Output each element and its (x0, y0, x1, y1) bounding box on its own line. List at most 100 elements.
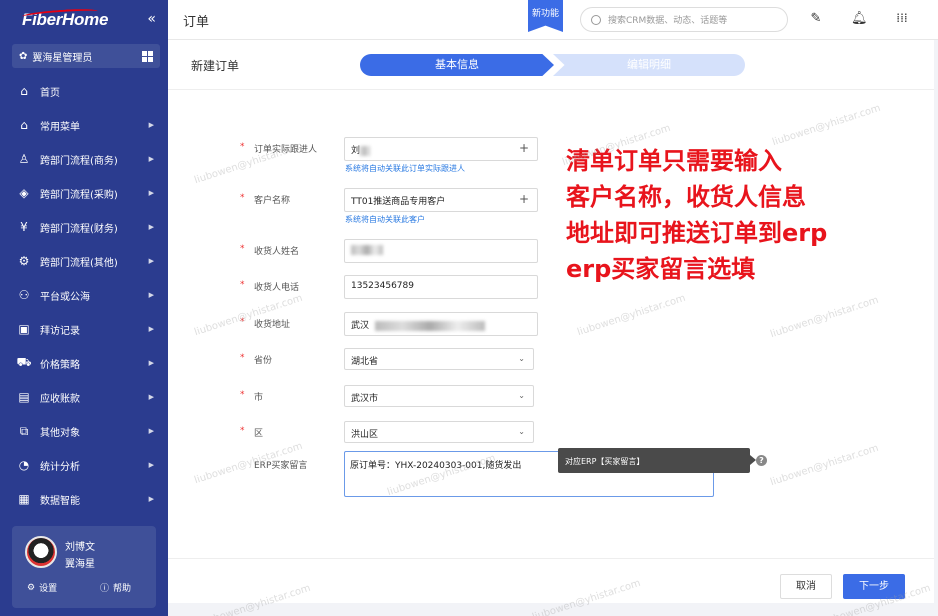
sidebar-item-label: 平台或公海 (40, 291, 90, 303)
required-mark: * (240, 142, 245, 152)
sidebar-item[interactable]: ▦ 数据智能 ▶ (0, 482, 168, 516)
select-field[interactable]: 武汉市 ⌄ (344, 385, 534, 407)
chevron-right-icon: ▶ (148, 257, 154, 265)
search-icon (591, 14, 601, 25)
field-label-text: 收货地址 (254, 320, 291, 330)
annotation-line: 清单订单只需要输入 (566, 147, 782, 175)
step-basic-info[interactable]: 基本信息 (360, 54, 554, 76)
plus-icon[interactable]: + (519, 141, 529, 155)
sidebar-item[interactable]: ⛟ 价格策略 ▶ (0, 346, 168, 380)
cart-icon: ⛟ (16, 355, 32, 369)
sidebar-item[interactable]: ⌂ 常用菜单 ▶ (0, 108, 168, 142)
sidebar-item-label: 跨部门流程(采购) (40, 189, 118, 201)
cancel-button[interactable]: 取消 (780, 574, 832, 599)
user-name: 刘博文 (65, 542, 95, 553)
sidebar-item[interactable]: ▤ 应收账款 ▶ (0, 380, 168, 414)
topbar: 订单 新功能 搜索CRM数据、动态、话题等 ✎ 🔔︎ ⁞⁞⁞ (168, 0, 938, 40)
sidebar-item-label: 跨部门流程(商务) (40, 155, 118, 167)
sidebar-item[interactable]: ♙ 跨部门流程(商务) ▶ (0, 142, 168, 176)
chevron-right-icon: ▶ (148, 223, 154, 231)
sidebar-item[interactable]: ⚙ 跨部门流程(其他) ▶ (0, 244, 168, 278)
bell-icon[interactable]: 🔔︎ (851, 11, 868, 27)
sub-header: 新建订单 基本信息 编辑明细 (168, 40, 934, 90)
message-label: ERP买家留言 (254, 461, 308, 471)
field-label-text: 收货人电话 (254, 283, 300, 293)
chevron-right-icon: ▶ (148, 495, 154, 503)
new-feature-badge[interactable]: 新功能 (528, 0, 563, 32)
field-label: * 客户名称 (240, 193, 291, 206)
select-field[interactable]: 湖北省 ⌄ (344, 348, 534, 370)
sidebar-item-label: 拜访记录 (40, 325, 80, 337)
menu-home-icon: ⌂ (20, 118, 28, 132)
sidebar-menu: ⌂ 首页 ⌂ 常用菜单 ▶ ♙ 跨部门流程(商务) ▶ ◈ 跨部门流程(采购) ▶ ¥ 跨部门流程(财务… (0, 74, 168, 516)
collapse-sidebar-icon[interactable]: « (147, 11, 156, 27)
sidebar-item-label: 应收账款 (40, 393, 80, 405)
sidebar-item[interactable]: ⚇ 平台或公海 ▶ (0, 278, 168, 312)
text-field[interactable]: 武汉 (344, 312, 538, 336)
person-icon: ♙ (18, 152, 30, 166)
sidebar-item[interactable]: ¥ 跨部门流程(财务) ▶ (0, 210, 168, 244)
field-value: 武汉 (351, 321, 370, 331)
avatar[interactable] (25, 536, 57, 568)
chevron-right-icon: ▶ (148, 291, 154, 299)
chevron-right-icon: ▶ (148, 427, 154, 435)
object-icon: ⧉ (19, 423, 29, 438)
field-label: * 收货地址 (240, 317, 291, 330)
grid-icon[interactable] (142, 50, 153, 62)
role-switcher[interactable]: ✿ 翼海星管理员 (12, 44, 160, 68)
field-label-text: 客户名称 (254, 196, 291, 206)
sidebar-item[interactable]: ▣ 拜访记录 ▶ (0, 312, 168, 346)
field-label-text: 订单实际跟进人 (254, 145, 318, 155)
plus-icon[interactable]: + (519, 192, 529, 206)
apps-grid-icon[interactable]: ⁞⁞⁞ (894, 11, 910, 27)
field-label: * 市 (240, 390, 263, 403)
sidebar-item[interactable]: ◔ 统计分析 ▶ (0, 448, 168, 482)
text-field[interactable]: 刘 + (344, 137, 538, 161)
sidebar-item-label: 常用菜单 (40, 121, 80, 133)
main-content: 新建订单 基本信息 编辑明细 * 订单实际跟进人刘 + 系统将自动关联此订单实际跟进人… (168, 40, 934, 603)
required-mark: * (240, 193, 245, 203)
sidebar-item-label: 跨部门流程(其他) (40, 257, 118, 269)
text-field[interactable]: 13523456789 (344, 275, 538, 299)
field-value: 湖北省 (351, 357, 379, 367)
home-icon: ⌂ (20, 84, 28, 98)
settings-button[interactable]: ⚙ 设置 (27, 581, 57, 595)
role-label: 翼海星管理员 (32, 52, 93, 64)
field-label-text: 收货人姓名 (254, 247, 300, 257)
calendar-icon: ▣ (18, 322, 30, 336)
currency-icon: ¥ (20, 220, 28, 234)
annotation-line: erp买家留言选填 (566, 255, 756, 283)
pie-chart-icon: ◔ (18, 458, 30, 472)
help-label: 帮助 (113, 584, 132, 594)
step-edit-details[interactable]: 编辑明细 (553, 54, 745, 76)
bottom-strip (168, 603, 938, 616)
required-mark: * (240, 390, 245, 400)
page-title: 订单 (183, 15, 210, 30)
sidebar-item[interactable]: ⌂ 首页 (0, 74, 168, 108)
sub-title: 新建订单 (191, 59, 240, 73)
text-field[interactable] (344, 239, 538, 263)
sidebar-item[interactable]: ◈ 跨部门流程(采购) ▶ (0, 176, 168, 210)
sidebar-item[interactable]: ⧉ 其他对象 ▶ (0, 414, 168, 448)
chevron-right-icon: ▶ (148, 189, 154, 197)
field-label-text: 省份 (254, 356, 273, 366)
field-label: * 区 (240, 426, 263, 439)
search-input[interactable]: 搜索CRM数据、动态、话题等 (580, 7, 788, 32)
help-button[interactable]: ⓘ 帮助 (100, 581, 131, 594)
text-field[interactable]: TT01推送商品专用客户 + (344, 188, 538, 212)
select-field[interactable]: 洪山区 ⌄ (344, 421, 534, 443)
sidebar: FiberHome « ✿ 翼海星管理员 ⌂ 首页 ⌂ 常用菜单 ▶ ♙ 跨部门流程(商务)… (0, 0, 168, 616)
question-icon[interactable]: ? (756, 455, 767, 466)
gear-icon: ⚙ (27, 582, 36, 593)
required-mark: * (240, 244, 245, 254)
todo-icon[interactable]: ✎ (808, 11, 824, 27)
required-mark: * (240, 353, 245, 363)
next-button[interactable]: 下一步 (843, 574, 905, 599)
chevron-right-icon: ▶ (148, 461, 154, 469)
annotation-text: 清单订单只需要输入 客户名称，收货人信息 地址即可推送订单到erp erp买家留… (566, 143, 866, 287)
chevron-right-icon: ▶ (148, 393, 154, 401)
chevron-right-icon: ▶ (148, 325, 154, 333)
receivable-icon: ▤ (18, 390, 30, 404)
chevron-down-icon: ⌄ (518, 391, 525, 400)
chevron-right-icon: ▶ (148, 155, 154, 163)
